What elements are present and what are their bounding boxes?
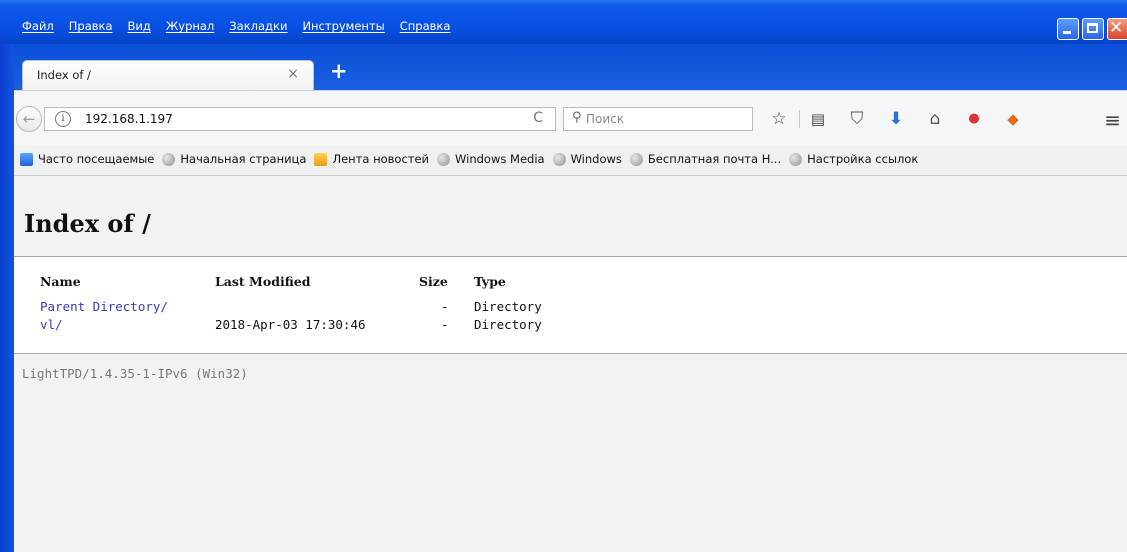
- bookmark-customize-links[interactable]: Настройка ссылок: [789, 152, 918, 166]
- globe-icon: [162, 152, 176, 166]
- bookmark-free-mail[interactable]: Бесплатная почта H...: [629, 152, 782, 166]
- maximize-button[interactable]: [1082, 18, 1104, 40]
- column-header-modified[interactable]: Last Modified: [215, 274, 311, 289]
- bookmark-windows[interactable]: Windows: [552, 152, 622, 166]
- window-controls: ✕: [1057, 18, 1127, 40]
- bookmark-label: Бесплатная почта H...: [647, 152, 782, 166]
- row-size: -: [441, 299, 449, 314]
- tab-title: Index of /: [37, 68, 91, 82]
- tab-index[interactable]: Index of / ×: [22, 60, 314, 90]
- info-icon[interactable]: i: [55, 111, 71, 127]
- globe-icon: [629, 152, 643, 166]
- navigation-toolbar: ← i 192.168.1.197 C ⚲ Поиск ☆ ▤ ⛉ ⬇ ⌂ ● …: [14, 90, 1127, 147]
- extension-icon[interactable]: ◆: [1003, 109, 1023, 129]
- menu-history[interactable]: Журнал: [166, 19, 214, 33]
- tab-strip: Index of / × +: [0, 44, 1127, 90]
- search-icon: ⚲: [572, 110, 582, 125]
- bookmark-list: Часто посещаемые Начальная страница Лент…: [20, 152, 926, 166]
- search-folder-icon: [20, 152, 33, 166]
- menu: Файл Правка Вид Журнал Закладки Инструме…: [22, 19, 465, 33]
- addon-icon[interactable]: ●: [964, 109, 984, 129]
- bookmark-label: Настройка ссылок: [807, 152, 919, 166]
- page-title: Index of /: [24, 209, 151, 238]
- minimize-icon: [1063, 31, 1071, 34]
- bookmark-label: Windows Media: [455, 152, 545, 166]
- toolbar-icons: ☆ ▤ ⛉ ⬇ ⌂ ● ◆: [769, 107, 1042, 131]
- browser-window: Файл Правка Вид Журнал Закладки Инструме…: [0, 0, 1127, 552]
- close-icon: ✕: [1109, 18, 1124, 38]
- row-type: Directory: [474, 299, 542, 314]
- bookmark-label: Начальная страница: [180, 152, 307, 166]
- url-bar[interactable]: i 192.168.1.197 C: [44, 107, 556, 131]
- new-tab-button[interactable]: +: [330, 59, 348, 83]
- star-bookmark-icon[interactable]: ☆: [769, 109, 789, 129]
- menu-edit[interactable]: Правка: [69, 19, 113, 33]
- hamburger-menu-icon[interactable]: ≡: [1104, 108, 1121, 132]
- tab-close-icon[interactable]: ×: [287, 66, 299, 82]
- reload-icon[interactable]: C: [533, 110, 543, 126]
- close-window-button[interactable]: ✕: [1107, 18, 1127, 40]
- url-input[interactable]: 192.168.1.197: [85, 112, 173, 126]
- row-type: Directory: [474, 317, 542, 332]
- column-header-size[interactable]: Size: [419, 274, 448, 289]
- download-icon[interactable]: ⬇: [886, 109, 906, 129]
- globe-icon: [437, 152, 451, 166]
- vl-directory-link[interactable]: vl/: [40, 317, 63, 332]
- toolbar-separator: [799, 110, 800, 128]
- globe-icon: [552, 152, 566, 166]
- minimize-button[interactable]: [1057, 18, 1079, 40]
- server-footer: LightTPD/1.4.35-1-IPv6 (Win32): [22, 366, 248, 381]
- search-bar[interactable]: ⚲ Поиск: [563, 107, 753, 131]
- search-input[interactable]: Поиск: [586, 112, 624, 126]
- bookmark-label: Лента новостей: [332, 152, 430, 166]
- menu-file[interactable]: Файл: [22, 19, 54, 33]
- menu-view[interactable]: Вид: [128, 19, 151, 33]
- page-content: Index of / Name Last Modified Size Type …: [14, 176, 1127, 552]
- menu-help[interactable]: Справка: [400, 19, 451, 33]
- bookmark-windows-media[interactable]: Windows Media: [437, 152, 545, 166]
- bookmark-news-feed[interactable]: Лента новостей: [314, 152, 429, 166]
- column-header-name[interactable]: Name: [40, 274, 81, 289]
- parent-directory-link[interactable]: Parent Directory/: [40, 299, 168, 314]
- directory-listing: Name Last Modified Size Type Parent Dire…: [14, 256, 1127, 354]
- window-left-border: [0, 44, 14, 552]
- row-size: -: [441, 317, 449, 332]
- home-icon[interactable]: ⌂: [925, 109, 945, 129]
- bookmark-label: Часто посещаемые: [38, 152, 155, 166]
- menu-bookmarks[interactable]: Закладки: [229, 19, 287, 33]
- pocket-icon[interactable]: ⛉: [847, 109, 867, 129]
- menu-tools[interactable]: Инструменты: [302, 19, 384, 33]
- row-modified: 2018-Apr-03 17:30:46: [215, 317, 366, 332]
- rss-icon: [314, 152, 328, 166]
- globe-icon: [789, 152, 803, 166]
- bookmark-label: Windows: [570, 152, 622, 166]
- bookmarks-list-icon[interactable]: ▤: [808, 109, 828, 129]
- column-header-type[interactable]: Type: [474, 274, 506, 289]
- bookmark-start-page[interactable]: Начальная страница: [162, 152, 306, 166]
- bookmarks-toolbar: Часто посещаемые Начальная страница Лент…: [14, 146, 1127, 176]
- bookmark-most-visited[interactable]: Часто посещаемые: [20, 152, 154, 166]
- maximize-icon: [1087, 23, 1098, 33]
- menu-bar: Файл Правка Вид Журнал Закладки Инструме…: [0, 0, 1127, 44]
- back-button[interactable]: ←: [16, 106, 42, 132]
